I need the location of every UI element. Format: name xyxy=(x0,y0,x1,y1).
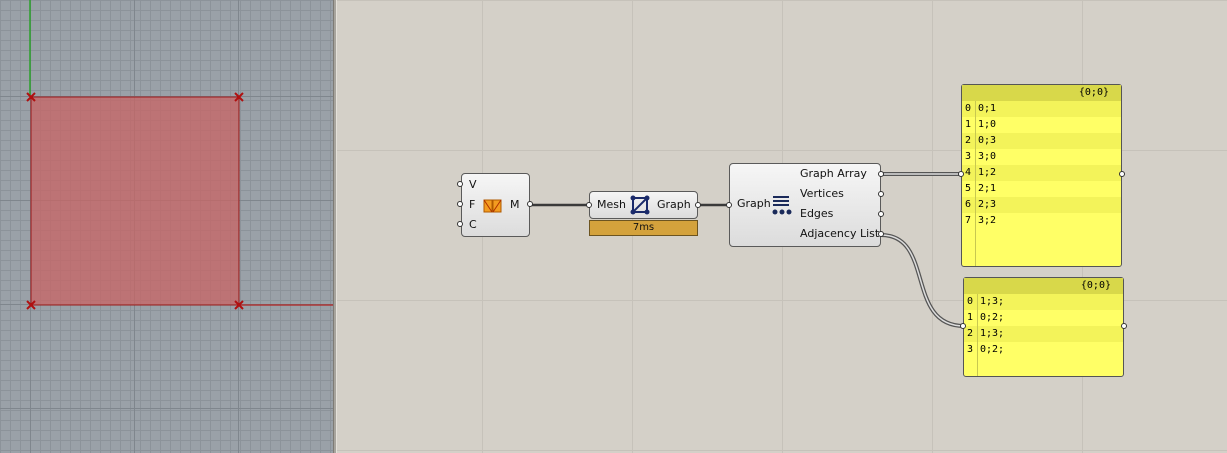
panel1-input-port[interactable] xyxy=(958,171,964,177)
list-item: 2 1;3; xyxy=(964,326,1123,342)
list-item: 5 2;1 xyxy=(965,183,997,194)
output-adjacency-port[interactable] xyxy=(878,231,884,237)
list-item: 1 0;2; xyxy=(967,312,1005,323)
output-graph-array-port[interactable] xyxy=(878,171,884,177)
input-c-label: C xyxy=(469,218,477,231)
panel-adjacency-list[interactable]: {0;0} 0 1;3; 1 0;2; 2 1;3; 3 0;2; xyxy=(963,277,1124,377)
panel-rows: 0 0;1 1 1;0 2 0;3 3 3;0 4 1;2 5 2;1 6 2;3 7 3;2 xyxy=(962,101,1121,229)
input-graph-port[interactable] xyxy=(726,202,732,208)
input-graph-label: Graph xyxy=(737,197,771,210)
output-m-port[interactable] xyxy=(527,201,533,207)
input-mesh-label: Mesh xyxy=(597,198,626,211)
output-graph-array-label: Graph Array xyxy=(800,167,867,180)
panel1-output-port[interactable] xyxy=(1119,171,1125,177)
list-item: 0 1;3; xyxy=(964,294,1123,310)
output-graph-port[interactable] xyxy=(695,202,701,208)
input-f-label: F xyxy=(469,198,476,211)
panel2-input-port[interactable] xyxy=(960,323,966,329)
input-f-port[interactable] xyxy=(457,201,463,207)
index-divider xyxy=(975,101,976,266)
output-m-label: M xyxy=(510,198,520,211)
panel-rows: 0 1;3; 1 0;2; 2 1;3; 3 0;2; xyxy=(964,294,1123,358)
input-v-label: V xyxy=(469,178,477,191)
graph-icon xyxy=(630,195,650,215)
construct-mesh-component[interactable]: V F C M xyxy=(461,173,530,237)
panel-header: {0;0} xyxy=(962,85,1121,101)
mesh-graph-component[interactable]: Mesh Graph xyxy=(589,191,698,219)
list-item: 2 0;3 xyxy=(962,133,1121,149)
list-item: 3 3;0 xyxy=(965,151,997,162)
list-item: 6 2;3 xyxy=(962,197,1121,213)
index-divider xyxy=(977,294,978,376)
input-v-port[interactable] xyxy=(457,181,463,187)
list-item: 1 1;0 xyxy=(965,119,997,130)
list-item: 4 1;2 xyxy=(962,165,1121,181)
output-vertices-label: Vertices xyxy=(800,187,844,200)
timing-badge: 7ms xyxy=(589,220,698,236)
list-item: 7 3;2 xyxy=(965,215,997,226)
panel2-output-port[interactable] xyxy=(1121,323,1127,329)
deconstruct-graph-component[interactable]: Graph Graph Array Vertices Edges Adjacen… xyxy=(729,163,881,247)
mesh-icon xyxy=(483,199,502,213)
output-adjacency-label: Adjacency List xyxy=(800,227,880,240)
output-edges-label: Edges xyxy=(800,207,834,220)
list-item: 0 0;1 xyxy=(962,101,1121,117)
input-mesh-port[interactable] xyxy=(586,202,592,208)
output-vertices-port[interactable] xyxy=(878,191,884,197)
panel-header: {0;0} xyxy=(964,278,1123,294)
deconstruct-graph-icon xyxy=(772,196,792,215)
list-item: 3 0;2; xyxy=(967,344,1005,355)
panel-graph-array[interactable]: {0;0} 0 0;1 1 1;0 2 0;3 3 3;0 4 1;2 5 2;1 6 2;3… xyxy=(961,84,1122,267)
output-graph-label: Graph xyxy=(657,198,691,211)
input-c-port[interactable] xyxy=(457,221,463,227)
output-edges-port[interactable] xyxy=(878,211,884,217)
